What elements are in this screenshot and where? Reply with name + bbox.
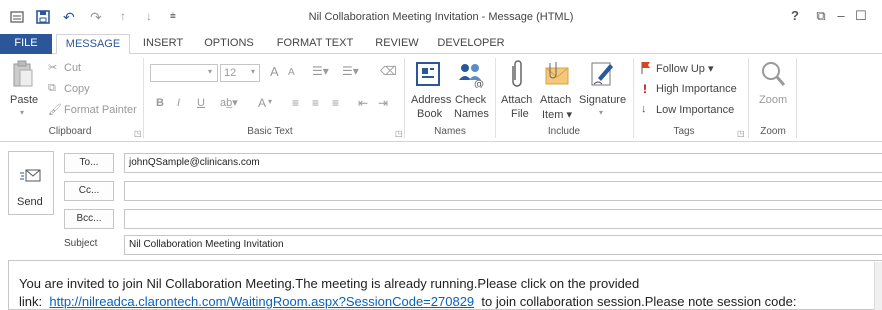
paperclip-icon — [512, 60, 522, 87]
help-button[interactable]: ? — [786, 8, 804, 23]
window-title: Nil Collaboration Meeting Invitation - M… — [308, 11, 574, 23]
address-book-label-1[interactable]: Address — [411, 94, 451, 106]
tab-format-text[interactable]: FORMAT TEXT — [272, 34, 358, 54]
check-names-label-1[interactable]: Check — [455, 94, 486, 106]
group-label-clipboard: Clipboard — [48, 126, 92, 137]
group-label-tags: Tags — [673, 126, 695, 137]
subject-label: Subject — [64, 238, 98, 249]
group-separator — [633, 58, 634, 138]
tab-message[interactable]: MESSAGE — [56, 34, 130, 55]
basic-text-launcher-icon[interactable]: ◳ — [395, 129, 403, 138]
numbering-icon[interactable]: ☰▾ — [342, 64, 359, 78]
zoom-button[interactable]: Zoom — [759, 94, 787, 106]
bcc-field[interactable] — [124, 209, 882, 229]
increase-indent-icon[interactable]: ⇥ — [378, 96, 388, 110]
group-label-basic-text: Basic Text — [247, 126, 293, 137]
group-label-zoom: Zoom — [760, 126, 786, 137]
signature-dropdown-icon[interactable]: ▾ — [599, 108, 603, 117]
cc-field[interactable] — [124, 181, 882, 201]
send-envelope-icon — [20, 169, 41, 182]
cut-button[interactable]: Cut — [64, 62, 81, 74]
maximize-button[interactable]: ☐ — [852, 8, 870, 24]
group-label-names: Names — [434, 126, 466, 137]
group-separator — [796, 58, 797, 138]
message-body[interactable]: You are invited to join Nil Collaboratio… — [8, 260, 882, 310]
to-field[interactable]: johnQSample@clinicans.com — [124, 153, 882, 173]
align-right-icon[interactable]: ≡ — [332, 96, 339, 110]
zoom-icon — [762, 62, 786, 86]
flag-icon — [641, 62, 650, 74]
tab-developer[interactable]: DEVELOPER — [436, 34, 506, 54]
low-importance-icon: ↓ — [641, 103, 647, 115]
tab-file[interactable]: FILE — [0, 34, 52, 54]
signature-icon — [591, 62, 613, 86]
tab-options[interactable]: OPTIONS — [200, 34, 258, 54]
check-names-icon: @ — [459, 64, 484, 88]
address-book-label-2[interactable]: Book — [417, 108, 442, 120]
bcc-button[interactable]: Bcc... — [64, 209, 114, 229]
group-separator — [404, 58, 405, 138]
font-size-dropdown-icon[interactable]: ▾ — [251, 67, 255, 76]
font-name-dropdown-icon[interactable]: ▾ — [208, 67, 212, 76]
copy-icon: ⧉ — [48, 82, 56, 94]
waiting-room-link[interactable]: http://nilreadca.clarontech.com/WaitingR… — [49, 294, 474, 309]
align-center-icon[interactable]: ≡ — [312, 96, 319, 110]
body-line-1: You are invited to join Nil Collaboratio… — [19, 276, 640, 291]
body-link-prefix: link: — [19, 294, 43, 309]
minimize-button[interactable]: – — [832, 8, 850, 23]
to-button[interactable]: To... — [64, 153, 114, 173]
address-book-icon — [416, 62, 440, 86]
font-color-dropdown-icon[interactable]: ▾ — [268, 97, 272, 106]
font-size-value: 12 — [224, 67, 237, 79]
high-importance-icon: ! — [643, 82, 647, 96]
paste-icon[interactable] — [12, 60, 34, 90]
attach-item-label-1[interactable]: Attach — [540, 94, 571, 106]
paste-button[interactable]: Paste — [10, 94, 38, 106]
align-left-icon[interactable]: ≡ — [292, 96, 299, 110]
tab-review[interactable]: REVIEW — [370, 34, 424, 54]
tags-launcher-icon[interactable]: ◳ — [737, 129, 745, 138]
group-separator — [143, 58, 144, 138]
group-label-include: Include — [547, 126, 581, 137]
paste-dropdown-icon[interactable]: ▾ — [20, 108, 24, 117]
bullets-icon[interactable]: ☰▾ — [312, 64, 329, 78]
signature-label[interactable]: Signature — [579, 94, 626, 106]
attach-item-label-2[interactable]: Item ▾ — [542, 108, 572, 121]
copy-button[interactable]: Copy — [64, 83, 90, 95]
message-body-text: You are invited to join Nil Collaboratio… — [19, 275, 796, 310]
attach-file-label-2[interactable]: File — [511, 108, 529, 120]
decrease-indent-icon[interactable]: ⇤ — [358, 96, 368, 110]
attach-file-label-1[interactable]: Attach — [501, 94, 532, 106]
underline-button[interactable]: U — [197, 97, 205, 109]
check-names-label-2[interactable]: Names — [454, 108, 489, 120]
italic-button[interactable]: I — [177, 97, 180, 109]
follow-up-button[interactable]: Follow Up ▾ — [656, 62, 713, 75]
shrink-font-icon[interactable]: A — [288, 67, 295, 78]
body-link-suffix: to join collaboration session.Please not… — [481, 294, 797, 309]
grow-font-icon[interactable]: A — [270, 64, 279, 79]
svg-text:@: @ — [474, 79, 484, 88]
body-line-2: link: http://nilreadca.clarontech.com/Wa… — [19, 293, 796, 310]
format-painter-icon: 🖌 — [48, 104, 62, 116]
group-separator — [748, 58, 749, 138]
attach-item-icon — [545, 62, 569, 85]
font-color-icon[interactable]: A — [258, 96, 266, 110]
cut-icon: ✂ — [48, 62, 58, 74]
low-importance-button[interactable]: Low Importance — [656, 104, 734, 116]
body-scrollbar[interactable] — [874, 262, 882, 310]
clear-formatting-icon[interactable]: ⌫ — [380, 64, 397, 78]
send-label: Send — [17, 196, 43, 208]
cc-button[interactable]: Cc... — [64, 181, 114, 201]
subject-field[interactable]: Nil Collaboration Meeting Invitation — [124, 235, 882, 255]
clipboard-launcher-icon[interactable]: ◳ — [134, 129, 142, 138]
bold-button[interactable]: B — [156, 97, 164, 109]
format-painter-button[interactable]: Format Painter — [64, 104, 137, 116]
ribbon-display-options-button[interactable]: ⧉ — [812, 8, 830, 24]
tab-insert[interactable]: INSERT — [138, 34, 188, 54]
highlight-color-icon[interactable]: ab̲▾ — [220, 96, 238, 109]
high-importance-button[interactable]: High Importance — [656, 83, 737, 95]
